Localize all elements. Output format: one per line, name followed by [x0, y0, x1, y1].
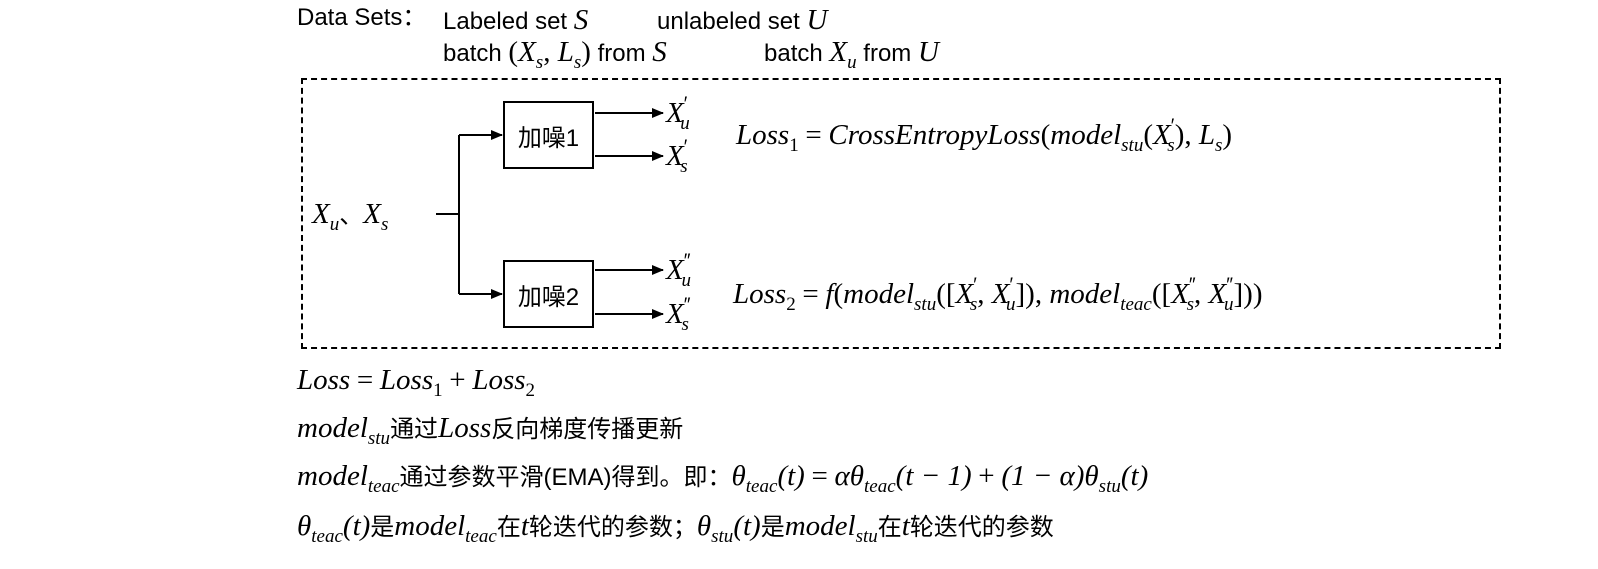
output-xs-double-prime: X″s [666, 295, 691, 335]
parameter-definition-line: θteac(t)是modelteac在t轮迭代的参数；θstu(t)是model… [297, 510, 1054, 547]
noise-box-2-label: 加噪2 [517, 283, 580, 311]
teacher-ema-line: modelteac通过参数平滑(EMA)得到。即：θteac(t) = αθte… [297, 460, 1149, 497]
loss2-formula: Loss2 = f(modelstu([X′s, X′u]), modeltea… [733, 275, 1263, 315]
loss1-formula: Loss1 = CrossEntropyLoss(modelstu(X′s), … [736, 116, 1233, 156]
student-update-line: modelstu通过Loss反向梯度传播更新 [297, 412, 684, 449]
total-loss-line: Loss = Loss1 + Loss2 [297, 364, 536, 401]
output-xu-double-prime: X″u [666, 251, 691, 291]
input-label: Xu、Xs [312, 198, 389, 235]
noise-box-2: 加噪2 [503, 260, 594, 328]
noise-box-1-label: 加噪1 [517, 124, 580, 152]
output-xs-prime: X′s [666, 137, 688, 177]
noise-box-1: 加噪1 [503, 101, 594, 169]
output-xu-prime: X′u [666, 94, 690, 134]
